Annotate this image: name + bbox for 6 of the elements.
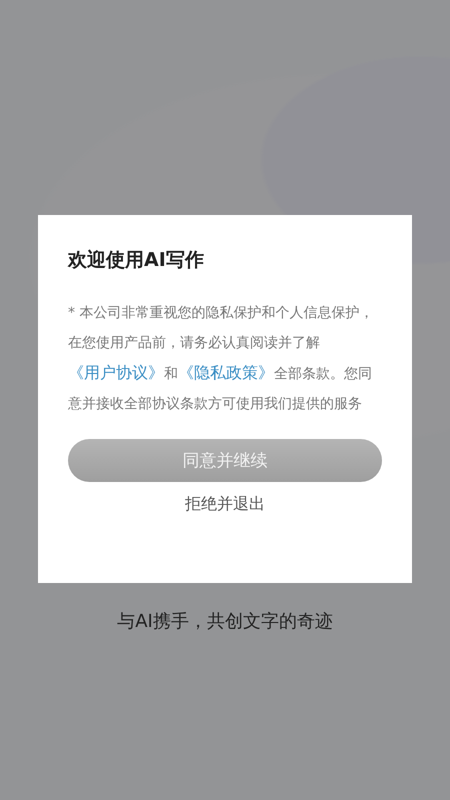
- tagline: 与AI携手，共创文字的奇迹: [117, 610, 333, 634]
- agreement-link[interactable]: 《隐私政策》: [178, 363, 274, 382]
- dialog-title: 欢迎使用AI写作: [68, 248, 205, 273]
- agreement-link[interactable]: 《用户协议》: [68, 363, 164, 382]
- privacy-notice: * 本公司非常重视您的隐私保护和个人信息保护，在您使用产品前，请务必认真阅读并了解 《用户协议》和《隐私政策》全部条款。您同意并接收全部协议条款方可使用我们提供的服务: [68, 304, 374, 414]
- decline-link[interactable]: 拒绝并退出: [185, 490, 265, 518]
